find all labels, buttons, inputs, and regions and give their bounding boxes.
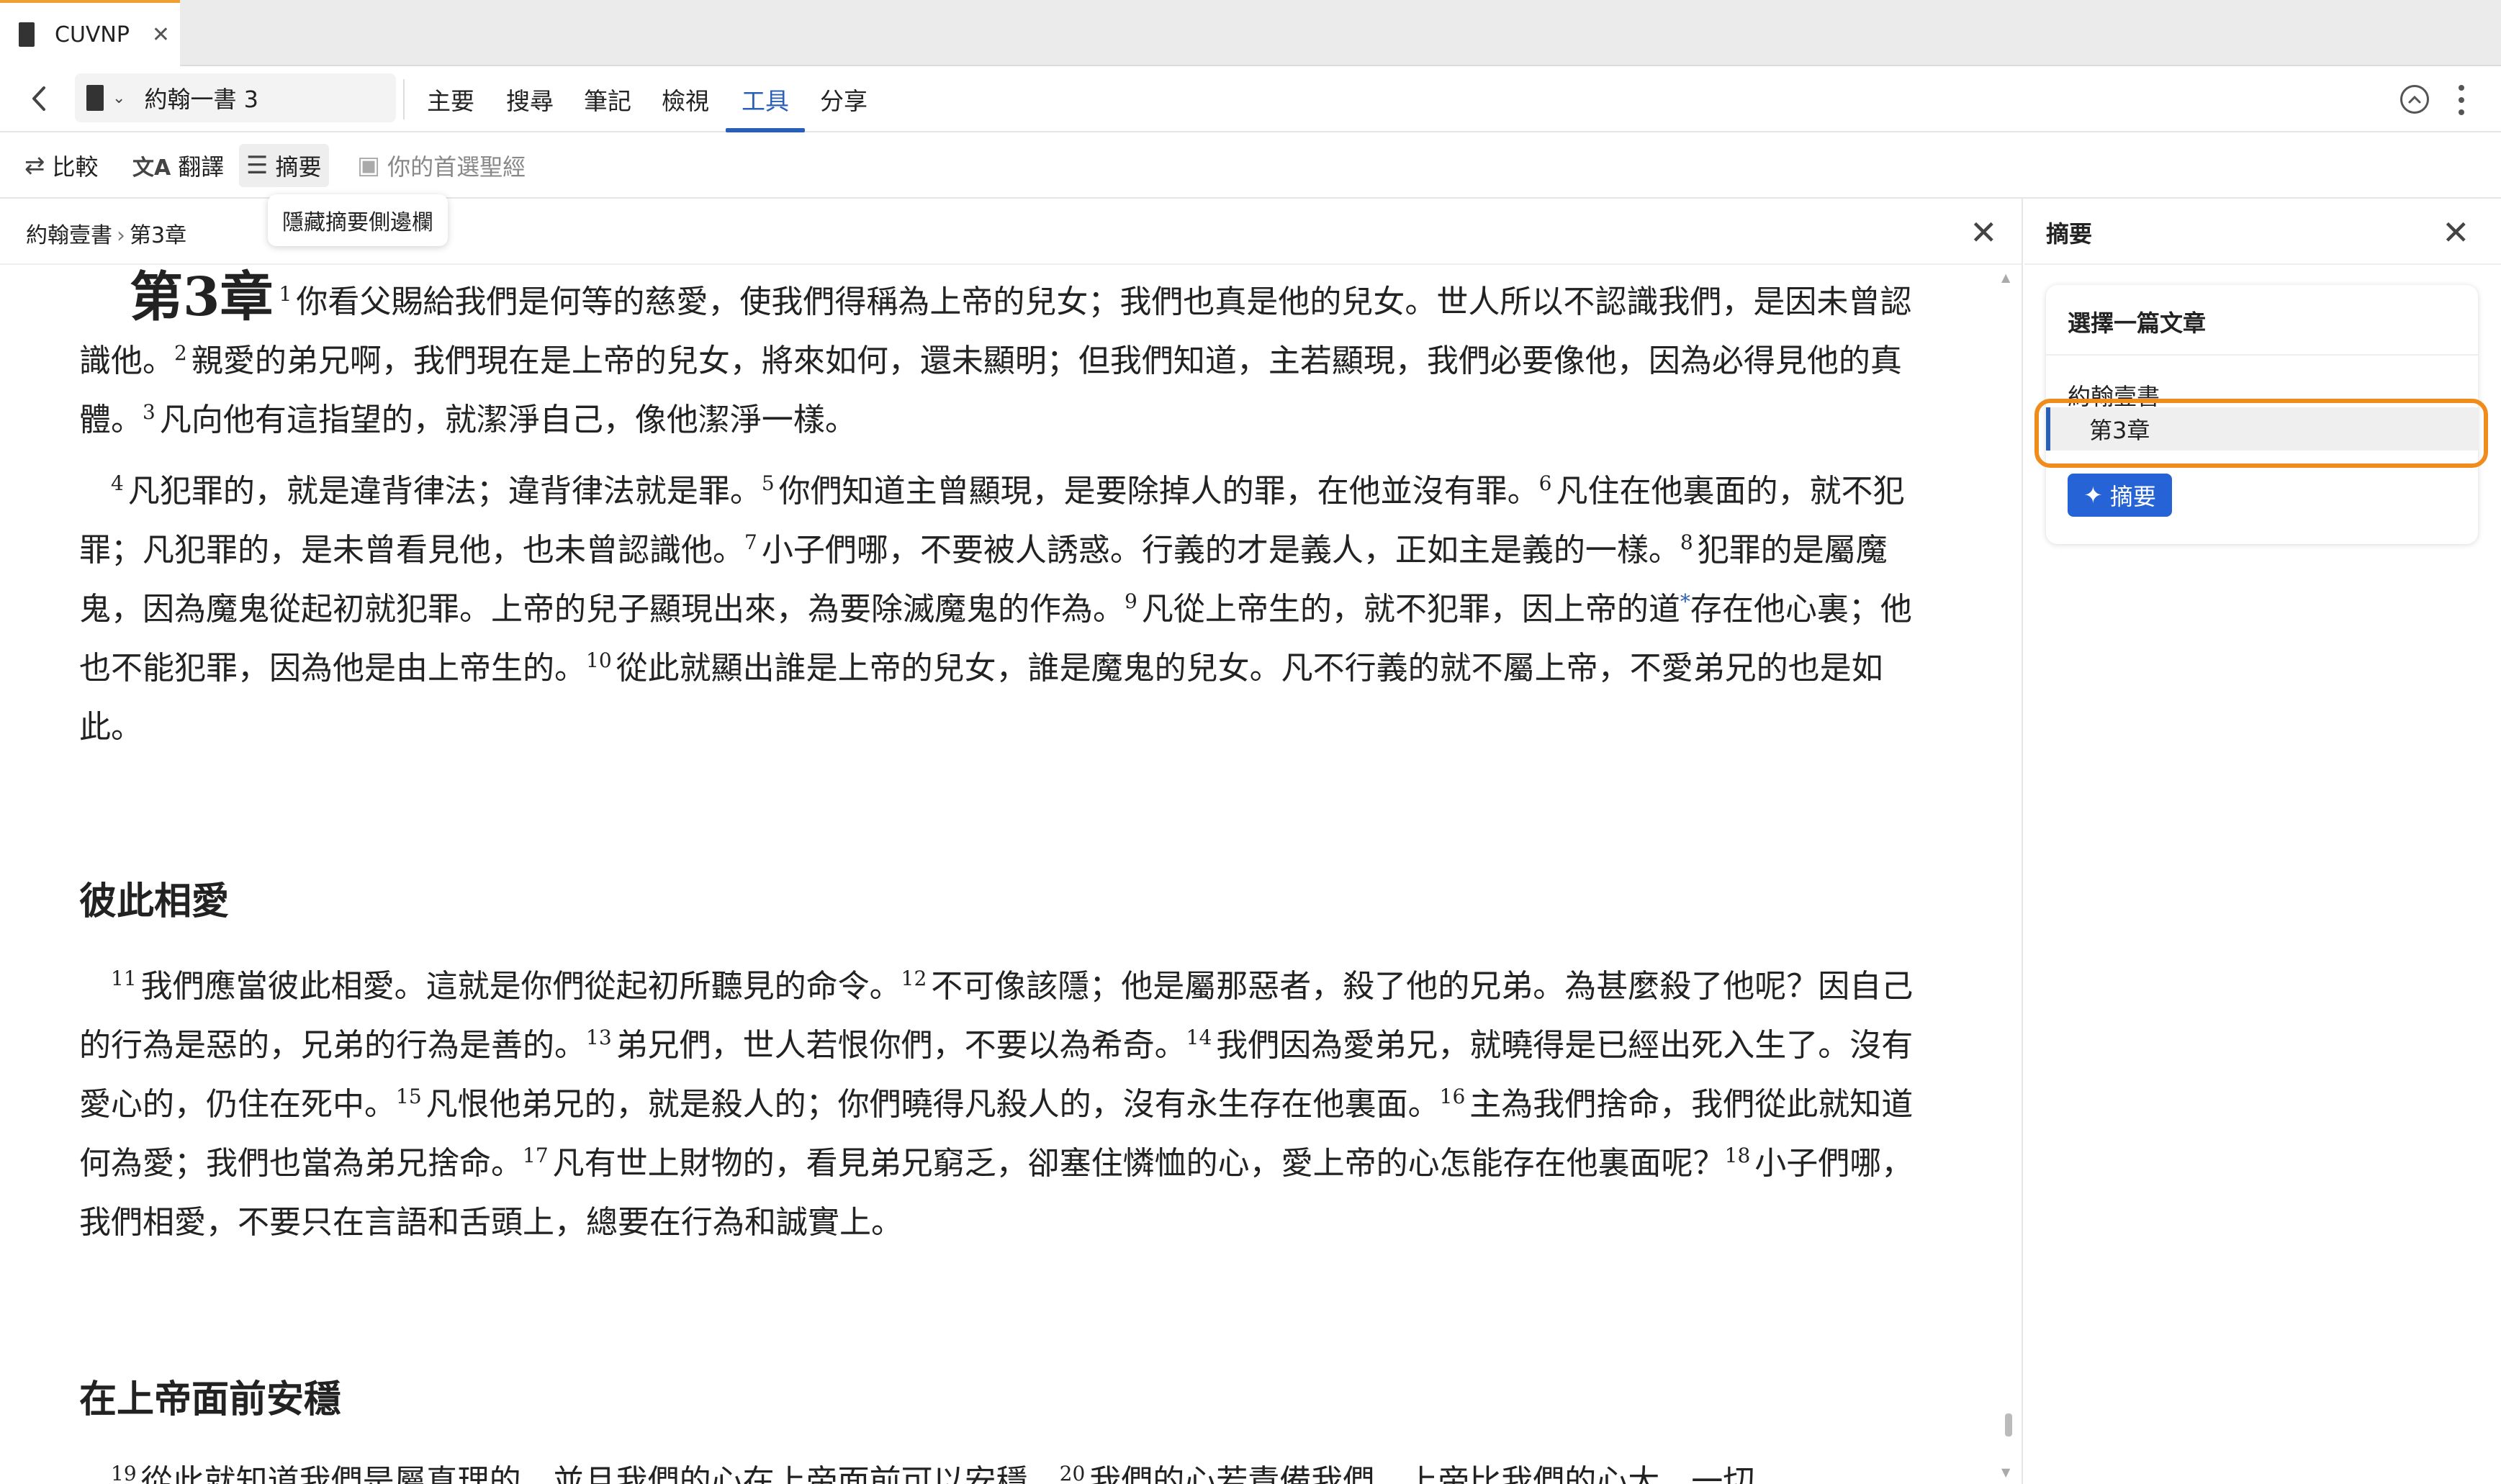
verse-number: 19 (111, 1462, 137, 1484)
verse-text: 我們的心若責備我們，上帝比我們的心大，一切 (1089, 1463, 1755, 1484)
verse-text: 小子們哪，不要被人誘惑。行義的才是義人，正如主是義的一樣。 (761, 532, 1680, 569)
menu-search[interactable]: 搜尋 (501, 66, 559, 132)
verse-number: 6 (1538, 471, 1552, 496)
book-icon (19, 22, 35, 47)
verse-number: 16 (1439, 1085, 1466, 1109)
generate-summary-button[interactable]: ✦ 摘要 (2068, 474, 2172, 517)
preferred-bible-label: 你的首選聖經 (387, 153, 526, 181)
card-title: 選擇一篇文章 (2068, 309, 2207, 337)
verse-number: 15 (396, 1085, 422, 1109)
translate-icon: 文A (132, 155, 171, 181)
verse-number: 5 (761, 471, 775, 496)
verse-number: 18 (1724, 1144, 1751, 1168)
verse-text: 我們應當彼此相愛。這就是你們從起初所聽見的命令。 (140, 968, 901, 1005)
chapter-title: 第3章 (130, 266, 274, 328)
breadcrumb: 約翰壹書 › 第3章 (26, 217, 186, 249)
verse-number: 7 (744, 530, 757, 555)
scrollbar-thumb[interactable] (2005, 1413, 2012, 1437)
book-icon (86, 85, 104, 111)
summary-toggle-button[interactable]: ☰ 摘要 (239, 144, 329, 187)
more-vertical-icon[interactable] (2451, 82, 2472, 118)
menu-main[interactable]: 主要 (422, 66, 479, 132)
translate-label: 翻譯 (178, 153, 225, 181)
reading-pane: 約翰壹書 › 第3章 ✕ ▲ ▼ 第3章 1 你看父賜給我們是何等的慈愛，使我們得稱為上… (0, 199, 2023, 1484)
summary-tooltip: 隱藏摘要側邊欄 (268, 194, 448, 246)
menu-share[interactable]: 分享 (815, 66, 873, 132)
verse-text: 凡從上帝生的，就不犯罪，因上帝的道 (1141, 591, 1680, 628)
verse-text: 弟兄們，世人若恨你們，不要以為希奇。 (616, 1027, 1186, 1064)
compare-button[interactable]: ⇄ 比較 (24, 144, 99, 187)
menu-divider (403, 79, 405, 119)
menu-tools[interactable]: 工具 (726, 66, 805, 132)
paragraph-2: 4 凡犯罪的，就是違背律法；違背律法就是罪。5 你們知道主曾顯現，是要除掉人的罪，在… (79, 462, 1922, 757)
breadcrumb-book[interactable]: 約翰壹書 (26, 223, 112, 248)
section-heading: 彼此相愛 (79, 879, 230, 923)
verse-number: 4 (111, 471, 124, 496)
swap-icon: ⇄ (24, 151, 45, 180)
verse-number: 17 (523, 1144, 549, 1168)
breadcrumb-chapter[interactable]: 第3章 (130, 223, 186, 248)
tab-bar: CUVNP ✕ (0, 0, 2501, 66)
divider (2046, 354, 2478, 356)
summary-sidebar: 摘要 ✕ 選擇一篇文章 約翰壹書 第3章 ✦ 摘要 (2024, 199, 2501, 1484)
compare-label: 比較 (52, 153, 99, 181)
verse-number: 3 (143, 400, 156, 425)
tools-bar: ⇄ 比較 文A 翻譯 ☰ 摘要 ▣ 你的首選聖經 (0, 132, 2501, 199)
sparkle-icon: ✦ (2083, 481, 2103, 509)
verse-number: 8 (1680, 530, 1693, 555)
tab-title: CUVNP (55, 22, 130, 47)
verse-number: 2 (174, 341, 187, 366)
summary-button-label: 摘要 (2109, 483, 2156, 510)
bookmark-icon: ▣ (357, 151, 381, 180)
verse-number: 1 (279, 282, 292, 307)
scroll-up-arrow[interactable]: ▲ (2001, 271, 2010, 284)
tab-close-icon[interactable]: ✕ (152, 22, 170, 47)
paragraph-4: 19 從此就知道我們是屬真理的，並且我們的心在上帝面前可以安穩。20 我們的心若責備… (79, 1452, 1922, 1484)
back-icon[interactable] (24, 82, 53, 115)
reference-selector[interactable]: ⌄ 約翰一書 3 (75, 73, 396, 122)
menu-notes[interactable]: 筆記 (579, 66, 636, 132)
preferred-bible-button[interactable]: ▣ 你的首選聖經 (357, 144, 526, 187)
menu-view[interactable]: 檢視 (657, 66, 714, 132)
verse-text: 凡有世上財物的，看見弟兄窮乏，卻塞住憐恤的心，愛上帝的心怎能存在他裏面呢？ (552, 1145, 1725, 1182)
list-icon: ☰ (246, 151, 269, 180)
breadcrumb-separator: › (117, 223, 125, 248)
highlight-outline (2034, 399, 2488, 468)
main-menu-bar: ⌄ 約翰一書 3 主要 搜尋 筆記 檢視 工具 分享 (0, 66, 2501, 132)
verse-number: 12 (901, 967, 927, 991)
close-icon[interactable]: ✕ (1970, 213, 1998, 252)
summary-header: 摘要 ✕ (2024, 199, 2501, 265)
verse-text: 你們知道主曾顯現，是要除掉人的罪，在他並沒有罪。 (778, 473, 1539, 510)
verse-number: 9 (1125, 589, 1137, 614)
verse-text: 從此就知道我們是屬真理的，並且我們的心在上帝面前可以安穩。 (140, 1463, 1060, 1484)
verse-number: 11 (111, 967, 137, 991)
paragraph-1: 第3章 1 你看父賜給我們是何等的慈愛，使我們得稱為上帝的兒女；我們也真是他的兒女。… (79, 268, 1922, 450)
translate-button[interactable]: 文A 翻譯 (132, 144, 224, 187)
summary-title: 摘要 (2046, 220, 2093, 248)
verse-number: 10 (586, 648, 612, 673)
paragraph-3: 11 我們應當彼此相愛。這就是你們從起初所聽見的命令。12 不可像該隱；他是屬那惡者… (79, 957, 1922, 1252)
footnote-marker[interactable]: * (1680, 589, 1690, 613)
chevron-down-icon: ⌄ (112, 89, 126, 107)
verse-number: 20 (1059, 1462, 1086, 1484)
verse-text: 凡恨他弟兄的，就是殺人的；你們曉得凡殺人的，沒有永生存在他裏面。 (425, 1086, 1440, 1123)
verse-number: 14 (1186, 1026, 1212, 1050)
verse-number: 13 (586, 1026, 612, 1050)
verse-text: 凡犯罪的，就是違背律法；違背律法就是罪。 (127, 473, 762, 510)
chevron-up-circle-icon[interactable] (2400, 85, 2429, 114)
section-heading: 在上帝面前安穩 (79, 1377, 342, 1421)
reference-text: 約翰一書 3 (144, 86, 258, 113)
scroll-down-arrow[interactable]: ▼ (2001, 1465, 2010, 1479)
verse-text: 凡向他有這指望的，就潔淨自己，像他潔淨一樣。 (159, 402, 857, 438)
summary-label: 摘要 (275, 153, 322, 181)
close-icon[interactable]: ✕ (2442, 213, 2470, 252)
tab-cuvnp[interactable]: CUVNP ✕ (0, 0, 180, 66)
